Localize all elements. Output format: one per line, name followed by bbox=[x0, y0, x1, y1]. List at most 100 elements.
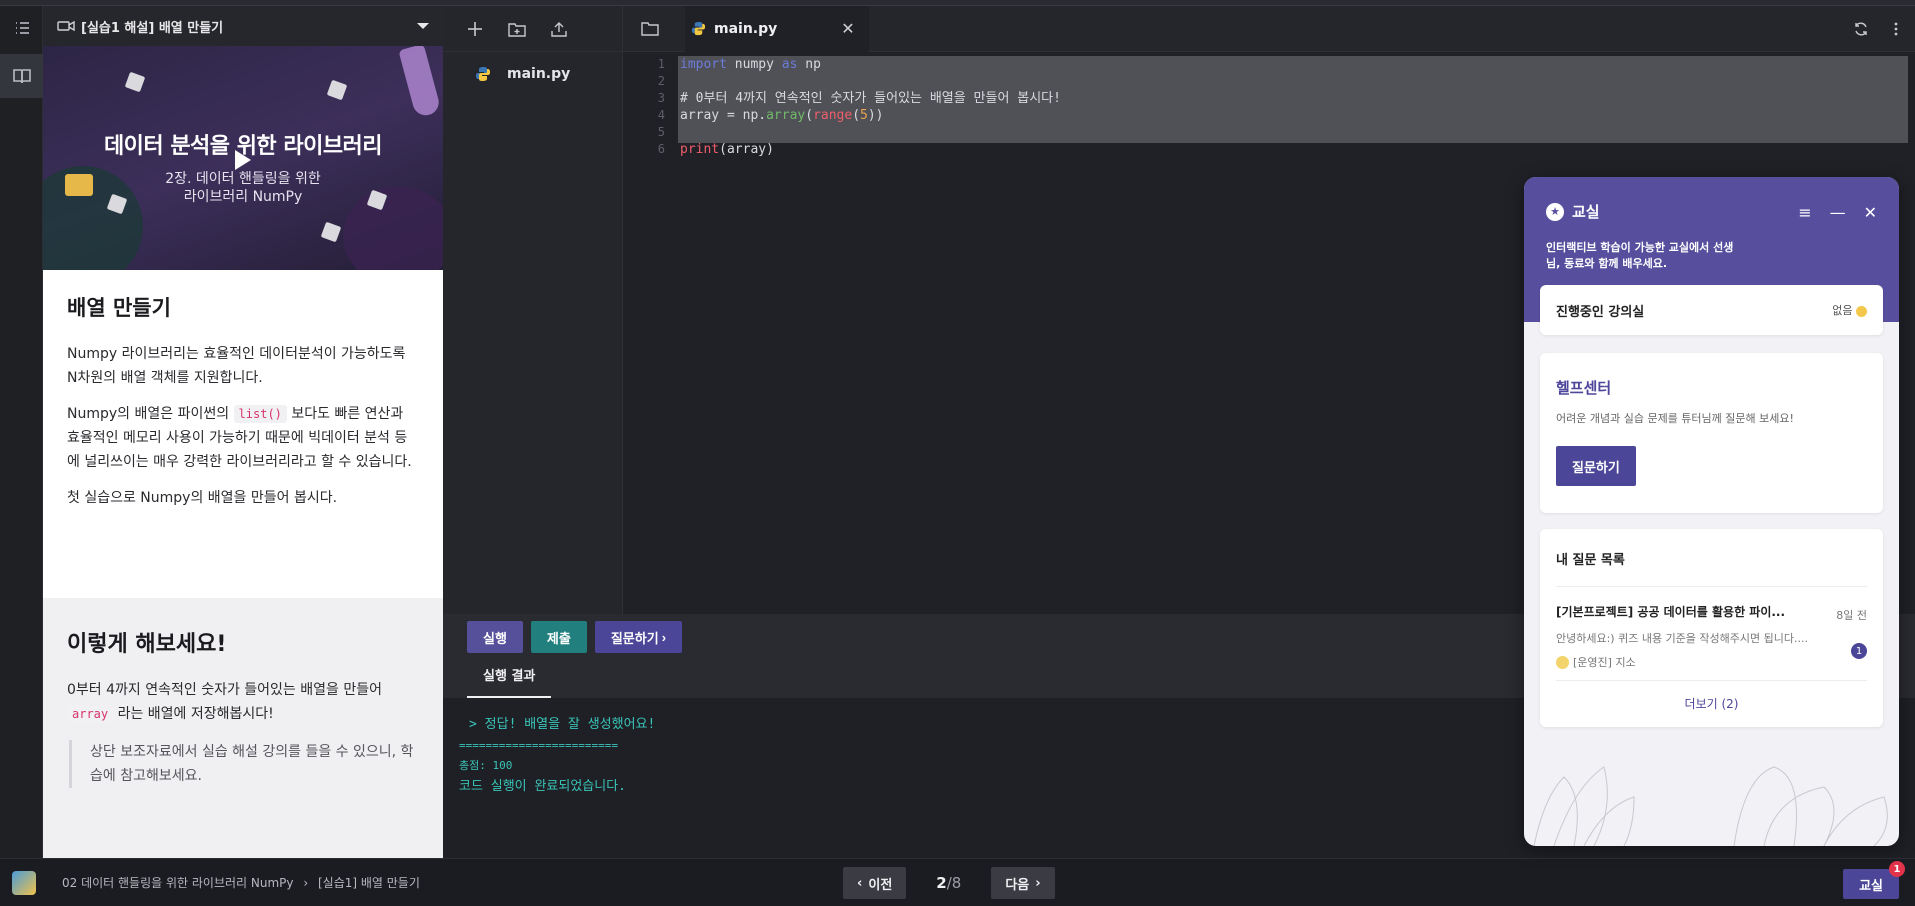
more-questions-link[interactable]: 더보기 (2) bbox=[1556, 681, 1867, 712]
notification-badge: 1 bbox=[1889, 861, 1905, 877]
lesson-body: 배열 만들기 Numpy 라이브러리는 효율적인 데이터분석이 가능하도록 N차… bbox=[43, 270, 443, 510]
try-note-quote: 상단 보조자료에서 실습 해설 강의를 들을 수 있으니, 학습에 참고해보세요… bbox=[69, 740, 419, 788]
code-line: 4 array = np.array(range(5)) bbox=[623, 107, 1915, 124]
try-it-section: 이렇게 해보세요! 0부터 4까지 연속적인 숫자가 들어있는 배열을 만들어 … bbox=[43, 598, 443, 858]
editor-tabbar: main.py ✕ bbox=[623, 5, 1915, 52]
code-token: range bbox=[813, 108, 853, 123]
tab-main-py[interactable]: main.py ✕ bbox=[685, 5, 869, 52]
lesson-paragraph: Numpy의 배열은 파이썬의 list() 보다도 빠른 연산과 효율적인 메… bbox=[67, 402, 419, 474]
lesson-paragraph: Numpy 라이브러리는 효율적인 데이터분석이 가능하도록 N차원의 배열 객… bbox=[67, 346, 406, 386]
editor-actions bbox=[1853, 21, 1915, 37]
video-subtitle: 2장. 데이터 핸들링을 위한 라이브러리 NumPy bbox=[43, 170, 443, 206]
line-number: 4 bbox=[657, 108, 665, 122]
app-root: [실습1 해설] 배열 만들기 데이터 분석을 위한 라이브러리 2장. 데이터… bbox=[0, 0, 1915, 906]
pagination: ‹ 이전 2/8 다음 › bbox=[843, 867, 1055, 899]
code-token: array bbox=[766, 108, 806, 123]
line-number: 1 bbox=[657, 57, 665, 71]
decor-tree bbox=[398, 46, 442, 119]
prev-label: 이전 bbox=[868, 877, 893, 893]
more-vertical-icon[interactable] bbox=[1893, 21, 1899, 37]
menu-icon[interactable]: ≡ bbox=[1798, 203, 1811, 222]
lesson-video-selector[interactable]: [실습1 해설] 배열 만들기 bbox=[43, 6, 443, 46]
text-segment: Numpy의 배열은 파이썬의 bbox=[67, 406, 234, 422]
new-file-icon[interactable] bbox=[465, 19, 485, 39]
new-folder-icon[interactable] bbox=[507, 19, 527, 39]
video-camera-icon bbox=[57, 20, 75, 32]
upload-icon[interactable] bbox=[549, 19, 569, 39]
question-reply-user: [운영진] 지소 bbox=[1556, 654, 1867, 670]
live-classroom-card[interactable]: 진행중인 강의실 없음 bbox=[1540, 285, 1883, 335]
chevron-left-icon: ‹ bbox=[857, 875, 863, 891]
submit-button[interactable]: 제출 bbox=[530, 621, 587, 653]
classroom-button[interactable]: 교실 1 bbox=[1843, 861, 1905, 899]
prev-button[interactable]: ‹ 이전 bbox=[843, 867, 907, 899]
close-icon[interactable]: ✕ bbox=[841, 19, 854, 38]
question-title: [기본프로젝트] 공공 데이터를 활용한 파이... bbox=[1556, 605, 1786, 619]
code-token: np bbox=[797, 57, 821, 72]
chevron-down-icon bbox=[417, 23, 429, 29]
text-segment: 0부터 4까지 연속적인 숫자가 들어있는 배열을 만들어 bbox=[67, 682, 382, 698]
play-icon[interactable] bbox=[235, 150, 251, 170]
question-time: 8일 전 bbox=[1836, 609, 1867, 622]
live-classroom-label: 진행중인 강의실 bbox=[1556, 304, 1645, 320]
page-counter: 2/8 bbox=[936, 874, 961, 892]
python-icon bbox=[476, 67, 490, 81]
next-button[interactable]: 다음 › bbox=[991, 867, 1055, 899]
run-button[interactable]: 실행 bbox=[467, 621, 523, 653]
help-center-title: 헬프센터 bbox=[1556, 379, 1612, 397]
code-token: (array) bbox=[719, 142, 774, 157]
code-line: 3 # 0부터 4까지 연속적인 숫자가 들어있는 배열을 만들어 봅시다! bbox=[623, 90, 1915, 107]
ask-question-label: 질문하기 bbox=[610, 630, 659, 646]
lesson-heading: 배열 만들기 bbox=[67, 296, 171, 320]
file-item-main-py[interactable]: main.py bbox=[443, 52, 622, 82]
chevron-right-icon: › bbox=[1035, 875, 1041, 891]
ask-question-button[interactable]: 질문하기 › bbox=[594, 621, 683, 653]
classroom-widget: ★ 교실 ≡ — ✕ 인터랙티브 학습이 가능한 교실에서 선생님, 동료와 함… bbox=[1524, 177, 1899, 846]
live-classroom-status: 없음 bbox=[1832, 302, 1867, 318]
decor-cube bbox=[124, 71, 146, 93]
breadcrumb-separator: › bbox=[303, 876, 309, 890]
help-center-card: 헬프센터 어려운 개념과 실습 문제를 튜터님께 질문해 보세요! 질문하기 bbox=[1540, 353, 1883, 513]
classroom-label: 교실 bbox=[1859, 878, 1883, 894]
code-token: print bbox=[680, 142, 720, 157]
widget-description: 인터랙티브 학습이 가능한 교실에서 선생님, 동료와 함께 배우세요. bbox=[1546, 241, 1734, 270]
code-token: )) bbox=[867, 108, 884, 123]
folder-icon[interactable] bbox=[639, 21, 661, 37]
code-comment: # 0부터 4까지 연속적인 숫자가 들어있는 배열을 만들어 봅시다! bbox=[680, 91, 1061, 106]
code-token: ( bbox=[805, 108, 814, 123]
book-icon[interactable] bbox=[0, 54, 43, 98]
lecture-video[interactable]: 데이터 분석을 위한 라이브러리 2장. 데이터 핸들링을 위한 라이브러리 N… bbox=[43, 46, 443, 270]
python-icon bbox=[691, 21, 706, 36]
code-line: 2 bbox=[623, 73, 1915, 90]
line-number: 3 bbox=[657, 91, 665, 105]
minimize-icon[interactable]: — bbox=[1830, 203, 1846, 222]
breadcrumb-item[interactable]: [실습1] 배열 만들기 bbox=[318, 876, 420, 890]
code-area[interactable]: 1 import numpy as np 2 3 # 0부터 4까지 연속적인 … bbox=[623, 56, 1915, 158]
widget-controls: ≡ — ✕ bbox=[1798, 203, 1877, 222]
decor-plants bbox=[1533, 766, 1888, 846]
code-line: 6 print(array) bbox=[623, 141, 1915, 158]
video-subtitle-line: 2장. 데이터 핸들링을 위한 bbox=[165, 171, 321, 187]
line-number: 6 bbox=[657, 142, 665, 156]
live-status-text: 없음 bbox=[1832, 304, 1853, 317]
list-icon[interactable] bbox=[0, 6, 43, 50]
question-item[interactable]: [기본프로젝트] 공공 데이터를 활용한 파이... 8일 전 안녕하세요:) … bbox=[1556, 587, 1867, 681]
my-questions-title: 내 질문 목록 bbox=[1556, 549, 1867, 587]
lesson-panel: [실습1 해설] 배열 만들기 데이터 분석을 위한 라이브러리 2장. 데이터… bbox=[43, 6, 443, 858]
breadcrumb: 02 데이터 핸들링을 위한 라이브러리 NumPy › [실습1] 배열 만들… bbox=[62, 874, 420, 891]
question-snippet: 안녕하세요:) 퀴즈 내용 기준을 작성해주시면 됩니다.... bbox=[1556, 632, 1808, 645]
close-icon[interactable]: ✕ bbox=[1864, 203, 1877, 222]
breadcrumb-item[interactable]: 02 데이터 핸들링을 위한 라이브러리 NumPy bbox=[62, 876, 294, 890]
inline-code: array bbox=[67, 705, 114, 723]
ask-tutor-button[interactable]: 질문하기 bbox=[1556, 446, 1636, 486]
try-instruction: 0부터 4까지 연속적인 숫자가 들어있는 배열을 만들어 array 라는 배… bbox=[67, 678, 419, 726]
page-current: 2 bbox=[936, 874, 947, 892]
lesson-header-title: [실습1 해설] 배열 만들기 bbox=[81, 20, 224, 36]
tab-run-result[interactable]: 실행 결과 bbox=[467, 660, 552, 698]
refresh-icon[interactable] bbox=[1853, 21, 1869, 37]
code-token: 5 bbox=[860, 108, 868, 123]
line-number: 5 bbox=[657, 125, 665, 139]
next-label: 다음 bbox=[1005, 877, 1030, 893]
tab-label: main.py bbox=[714, 20, 778, 37]
explorer-toolbar bbox=[443, 6, 622, 52]
